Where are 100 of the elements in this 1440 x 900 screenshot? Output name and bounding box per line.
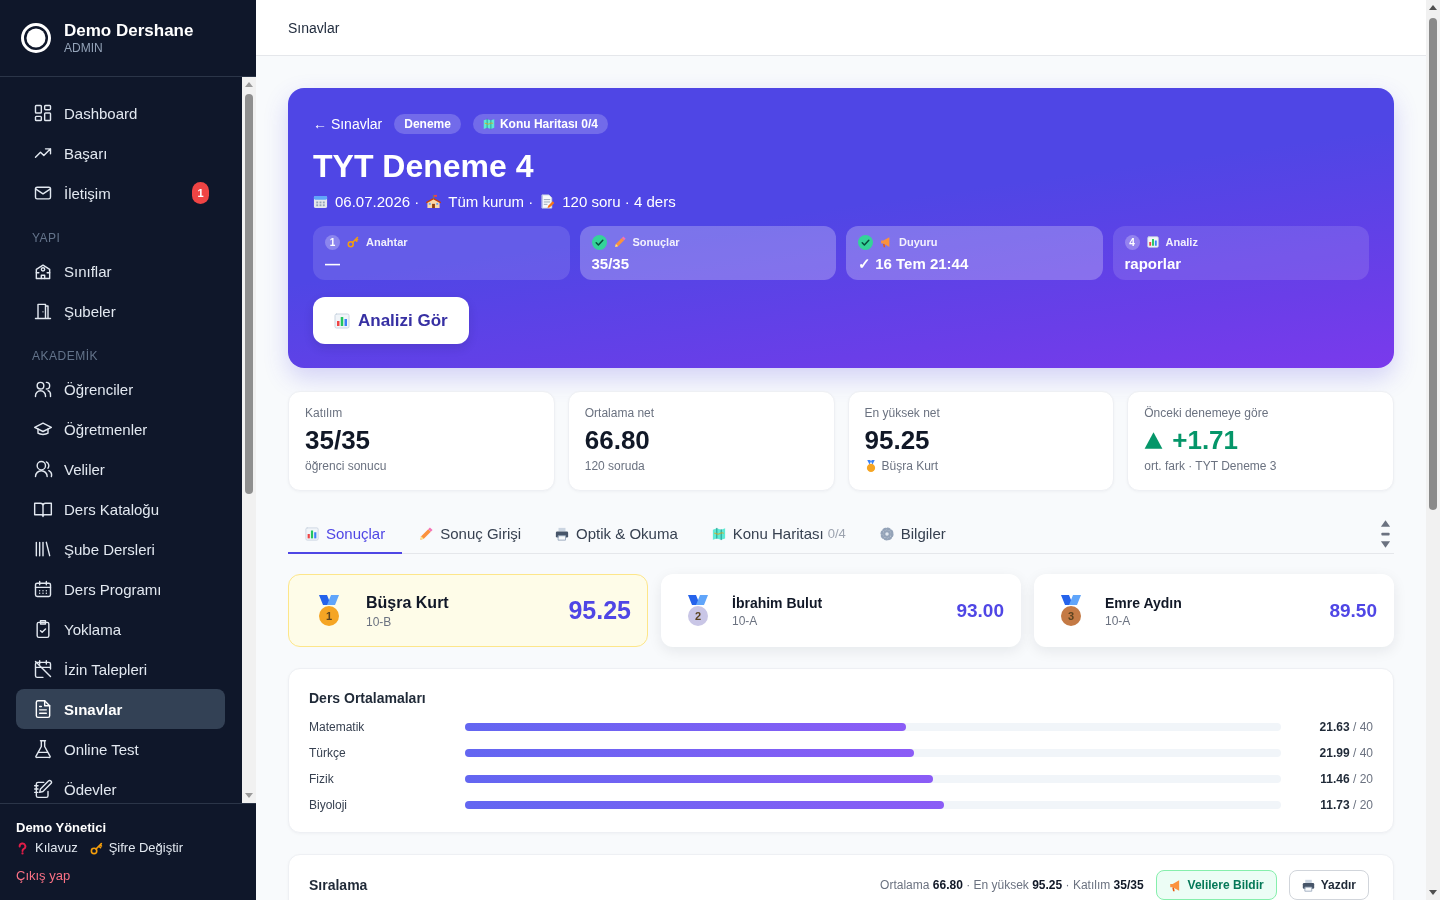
scroll-down-icon[interactable] xyxy=(1429,890,1437,895)
nav-item[interactable]: Veliler xyxy=(16,449,225,489)
tab[interactable]: Sonuçlar xyxy=(288,515,403,554)
nav-item[interactable]: İzin Talepleri xyxy=(16,649,225,689)
nav-section-label: AKADEMİK xyxy=(31,348,99,365)
key-icon xyxy=(89,841,103,855)
question-mark-icon xyxy=(16,841,29,855)
nav-item[interactable]: Ödevler xyxy=(16,769,225,803)
stat-note: ort. fark · TYT Deneme 3 xyxy=(1144,458,1277,474)
ranking-summary: Ortalama 66.80 · En yüksek 95.25 · Katılım 35/35 xyxy=(880,878,1144,892)
subject-score: 21.99 / 40 xyxy=(1318,746,1373,760)
subject-score: 21.63 / 40 xyxy=(1318,720,1373,734)
brand-name: Demo Dershane xyxy=(64,20,194,41)
step-value: raporlar xyxy=(1124,255,1183,273)
scrollbar-thumb[interactable] xyxy=(245,94,253,494)
nav-item[interactable]: Başarı xyxy=(16,133,225,173)
subject-label: Fizik xyxy=(309,772,335,786)
notebook-pen-icon xyxy=(33,779,53,799)
student-name: İbrahim Bulut xyxy=(732,593,823,612)
scrollbar[interactable] xyxy=(1426,0,1440,900)
user-name: Demo Yönetici xyxy=(16,820,108,836)
notification-badge: 1 xyxy=(192,182,209,204)
scrollbar-thumb[interactable] xyxy=(1429,18,1437,510)
stat-value: 66.80 xyxy=(584,424,650,456)
map-icon xyxy=(711,526,726,541)
users-icon xyxy=(33,379,53,399)
step-value: — xyxy=(325,255,341,273)
rank-number: 1 xyxy=(324,608,334,623)
view-analysis-button[interactable]: Analizi Gör xyxy=(313,297,469,344)
nav-section-label: YAPI xyxy=(31,230,62,247)
calendar-off-icon xyxy=(33,659,53,679)
bar-chart-icon xyxy=(334,312,350,329)
change-password-link[interactable]: Şifre Değiştir xyxy=(89,840,184,856)
scrollbar[interactable] xyxy=(242,77,256,803)
nav-item[interactable]: Öğrenciler xyxy=(16,369,225,409)
subject-score: 11.73 / 20 xyxy=(1319,798,1373,812)
tab[interactable]: Sonuç Girişi xyxy=(402,515,539,554)
stat-label: En yüksek net xyxy=(864,406,941,420)
bar-chart-icon xyxy=(1146,236,1159,248)
document-icon xyxy=(33,699,53,719)
student-class: 10-A xyxy=(1105,613,1132,628)
scroll-arrows-icon[interactable] xyxy=(1380,518,1391,550)
grid-icon xyxy=(33,103,53,123)
map-icon xyxy=(482,118,495,130)
stat-value: 35/35 xyxy=(305,424,371,456)
student-name: Büşra Kurt xyxy=(366,592,449,613)
mail-icon xyxy=(33,183,53,203)
library-icon xyxy=(33,539,53,559)
topic-map-tag: Konu Haritası 0/4 xyxy=(472,114,608,134)
check-circle-icon xyxy=(591,234,607,250)
step-value: 35/35 xyxy=(591,255,631,273)
card-title: Sıralama xyxy=(309,877,368,893)
tab[interactable]: Konu Haritası 0/4 xyxy=(694,515,863,554)
calendar-icon xyxy=(313,193,328,209)
scroll-up-icon[interactable] xyxy=(1429,5,1437,10)
megaphone-icon xyxy=(880,236,892,248)
bar-chart-icon xyxy=(305,526,319,541)
ring-logo-icon xyxy=(20,21,52,54)
print-button[interactable]: Yazdır xyxy=(1288,870,1369,900)
stat-note: 120 soruda xyxy=(584,458,645,474)
student-class: 10-A xyxy=(732,613,759,628)
subject-label: Biyoloji xyxy=(309,798,348,812)
card-title: Ders Ortalamaları xyxy=(309,690,427,706)
school-icon xyxy=(426,193,442,209)
memo-pencil-icon xyxy=(540,193,556,209)
nav-item[interactable]: Ders Kataloğu xyxy=(16,489,225,529)
nav-item[interactable]: Şube Dersleri xyxy=(16,529,225,569)
exam-type-tag: Deneme xyxy=(394,114,461,134)
flask-icon xyxy=(33,739,53,759)
nav-item[interactable]: İletişim 1 xyxy=(16,173,225,213)
notify-parents-button[interactable]: Velilere Bildir xyxy=(1155,870,1277,900)
tab[interactable]: Optik & Okuma xyxy=(538,515,695,554)
back-link[interactable]: ← Sınavlar xyxy=(313,116,383,132)
student-score: 93.00 xyxy=(956,599,1004,622)
medal-icon xyxy=(864,460,877,472)
nav-item[interactable]: Yoklama xyxy=(16,609,225,649)
nav-item[interactable]: Şubeler xyxy=(16,291,225,331)
nav-item[interactable]: Ders Programı xyxy=(16,569,225,609)
megaphone-icon xyxy=(1168,878,1182,892)
student-score: 95.25 xyxy=(568,596,631,625)
step-number: 1 xyxy=(325,234,340,250)
nav-item[interactable]: Sınıflar xyxy=(16,251,225,291)
nav-item[interactable]: Öğretmenler xyxy=(16,409,225,449)
stat-value: +1.71 xyxy=(1172,424,1239,456)
tab[interactable]: Bilgiler xyxy=(862,515,963,554)
check-circle-icon xyxy=(858,234,873,250)
breadcrumb-title: Sınavlar xyxy=(288,19,340,36)
subject-score: 11.46 / 20 xyxy=(1319,772,1373,786)
help-link[interactable]: Kılavuz xyxy=(16,840,78,856)
gear-icon xyxy=(879,526,894,541)
logout-link[interactable]: Çıkış yap xyxy=(16,868,71,884)
nav-item[interactable]: Dashboard xyxy=(16,93,225,133)
nav-item[interactable]: Sınavlar xyxy=(16,689,225,729)
step-label: Duyuru xyxy=(899,236,938,248)
pencil-icon xyxy=(613,236,626,248)
stat-label: Katılım xyxy=(305,406,344,420)
stat-label: Önceki denemeye göre xyxy=(1144,406,1270,420)
nav-item[interactable]: Online Test xyxy=(16,729,225,769)
pencil-icon xyxy=(419,526,434,541)
subject-label: Matematik xyxy=(309,720,366,734)
